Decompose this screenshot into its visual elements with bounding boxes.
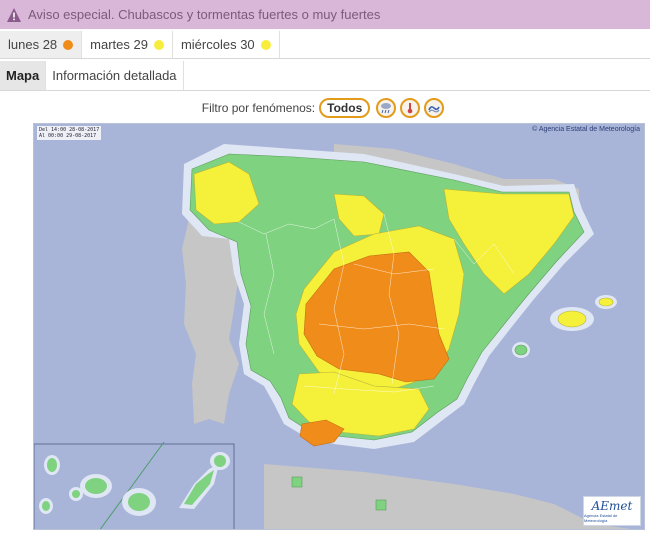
logo-subtext: Agencia Estatal de Meteorología [584, 513, 618, 523]
credit-text: Agencia Estatal de Meteorología [538, 126, 640, 133]
tab-day-wednesday[interactable]: miércoles 30 [173, 31, 280, 58]
warnings-map[interactable]: Del 14:00 28-08-2017 Al 00:00 29-08-2017… [33, 123, 645, 530]
warning-triangle-icon [7, 7, 21, 22]
warning-level-dot [153, 39, 164, 50]
tab-map[interactable]: Mapa [0, 61, 47, 90]
wave-icon[interactable] [424, 98, 445, 118]
banner-text: Aviso especial. Chubascos y tormentas fu… [28, 7, 381, 22]
aemet-logo: AEmet Agencia Estatal de Meteorología [583, 496, 641, 526]
rain-storm-icon[interactable] [376, 98, 397, 118]
warning-level-dot [260, 39, 271, 50]
day-tabs: lunes 28 martes 29 miércoles 30 [0, 31, 650, 59]
day-label: martes 29 [90, 37, 148, 52]
logo-text: AEmet [591, 499, 633, 513]
warning-level-dot [63, 39, 74, 50]
canary-islands-inset [34, 441, 235, 529]
validity-to: Al 00:00 29-08-2017 [39, 133, 97, 139]
day-label: lunes 28 [8, 37, 58, 52]
filter-all-button[interactable]: Todos [319, 98, 371, 118]
filter-label: Filtro por fenómenos: [201, 101, 316, 115]
tab-day-monday[interactable]: lunes 28 [0, 31, 83, 58]
tab-day-tuesday[interactable]: martes 29 [82, 31, 173, 58]
tab-detailed-info[interactable]: Información detallada [46, 61, 184, 90]
validity-stamp: Del 14:00 28-08-2017 Al 00:00 29-08-2017 [37, 126, 102, 140]
thermometer-icon[interactable] [400, 98, 421, 118]
map-credit: © Agencia Estatal de Meteorología [532, 126, 640, 133]
day-label: miércoles 30 [180, 37, 255, 52]
phenomena-filter: Filtro por fenómenos: Todos [0, 96, 650, 120]
ceuta-zone [291, 476, 303, 488]
melilla-zone [375, 499, 387, 511]
special-warning-banner[interactable]: Aviso especial. Chubascos y tormentas fu… [0, 0, 650, 29]
view-tabs: Mapa Información detallada [0, 61, 650, 91]
spain-warning-map [34, 124, 644, 529]
